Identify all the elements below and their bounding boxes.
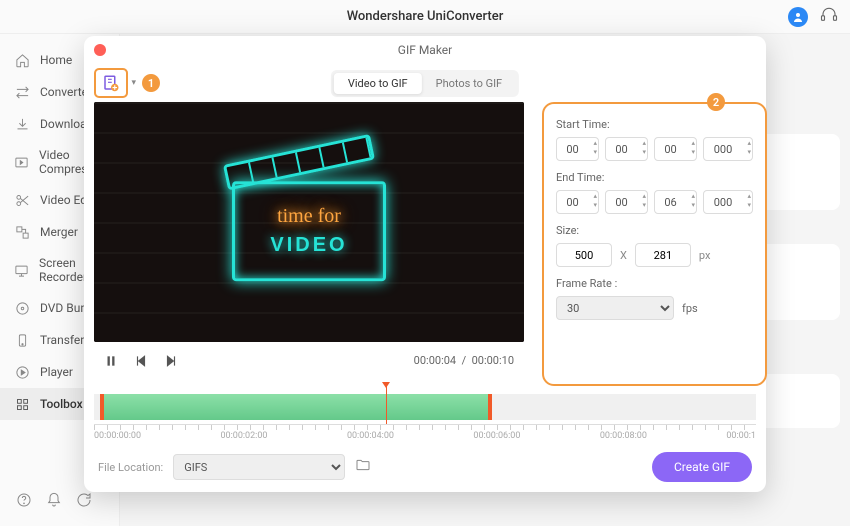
spinner-arrows[interactable]: ▴▾ [747, 139, 751, 157]
create-gif-button[interactable]: Create GIF [652, 452, 752, 482]
app-title: Wondershare UniConverter [347, 9, 504, 24]
transfer-icon [14, 332, 30, 348]
home-icon [14, 52, 30, 68]
end-time-label: End Time: [556, 171, 753, 184]
sidebar-item-label: Player [40, 365, 73, 379]
titlebar: Wondershare UniConverter [0, 0, 850, 34]
gif-settings-panel: 2 Start Time: ▴▾ ▴▾ ▴▾ ▴▾ End Time: ▴▾ ▴… [542, 102, 767, 386]
playhead[interactable] [386, 386, 387, 424]
playback-time: 00:00:04 / 00:00:10 [414, 354, 514, 367]
file-location-label: File Location: [98, 461, 163, 474]
pause-button[interactable] [104, 353, 118, 367]
merge-icon [14, 224, 30, 240]
sidebar-item-label: Transfer [40, 333, 84, 347]
close-icon[interactable] [94, 44, 106, 56]
timeline[interactable]: 00:00:00:00 00:00:02:00 00:00:04:00 00:0… [84, 386, 766, 442]
fps-label: Frame Rate : [556, 277, 753, 290]
play-icon [14, 364, 30, 380]
spinner-arrows[interactable]: ▴▾ [691, 192, 695, 210]
bell-icon[interactable] [46, 492, 62, 512]
compress-icon [14, 154, 29, 170]
start-ms[interactable] [703, 137, 753, 161]
gif-maker-modal: GIF Maker ▾ 1 Video to GIF Photos to GIF [84, 36, 766, 492]
add-file-button[interactable]: ▾ [94, 68, 128, 98]
recorder-icon [14, 262, 29, 278]
video-preview: time for VIDEO [94, 102, 524, 342]
mode-tabs: Video to GIF Photos to GIF [331, 70, 519, 97]
sidebar-item-label: Toolbox [40, 397, 83, 411]
tab-photos-to-gif[interactable]: Photos to GIF [422, 73, 517, 94]
modal-footer: File Location: GIFS Create GIF [84, 442, 766, 492]
size-height[interactable] [635, 243, 691, 267]
content-area: or marks. ata tadata t and vices. GIF Ma… [120, 34, 850, 526]
clip-range[interactable] [100, 394, 492, 420]
modal-toolbar: ▾ 1 Video to GIF Photos to GIF [84, 64, 766, 102]
playback-controls: 00:00:04 / 00:00:10 [94, 344, 524, 376]
time-ruler: 00:00:00:00 00:00:02:00 00:00:04:00 00:0… [94, 424, 756, 442]
modal-header: GIF Maker [84, 36, 766, 64]
start-time-label: Start Time: [556, 118, 753, 131]
spinner-arrows[interactable]: ▴▾ [593, 139, 597, 157]
user-avatar[interactable] [788, 7, 808, 27]
open-folder-button[interactable] [355, 457, 371, 477]
scissors-icon [14, 192, 30, 208]
disc-icon [14, 300, 30, 316]
file-location-select[interactable]: GIFS [173, 454, 345, 480]
support-icon[interactable] [820, 6, 838, 28]
modal-title: GIF Maker [398, 43, 452, 57]
convert-icon [14, 84, 30, 100]
step-badge-1: 1 [142, 74, 160, 92]
step-back-button[interactable] [134, 353, 148, 367]
toolbox-icon [14, 396, 30, 412]
spinner-arrows[interactable]: ▴▾ [747, 192, 751, 210]
spinner-arrows[interactable]: ▴▾ [593, 192, 597, 210]
end-ms[interactable] [703, 190, 753, 214]
tab-video-to-gif[interactable]: Video to GIF [334, 73, 422, 94]
fps-select[interactable]: 30 [556, 296, 674, 320]
chevron-down-icon: ▾ [131, 78, 136, 88]
download-icon [14, 116, 30, 132]
spinner-arrows[interactable]: ▴▾ [642, 139, 646, 157]
size-label: Size: [556, 224, 753, 237]
size-width[interactable] [556, 243, 612, 267]
spinner-arrows[interactable]: ▴▾ [691, 139, 695, 157]
sidebar-item-label: Merger [40, 225, 78, 239]
feedback-icon[interactable] [76, 492, 92, 512]
step-badge-2: 2 [707, 93, 725, 111]
step-forward-button[interactable] [164, 353, 178, 367]
spinner-arrows[interactable]: ▴▾ [642, 192, 646, 210]
sidebar-item-label: Home [40, 53, 72, 67]
help-icon[interactable] [16, 492, 32, 512]
